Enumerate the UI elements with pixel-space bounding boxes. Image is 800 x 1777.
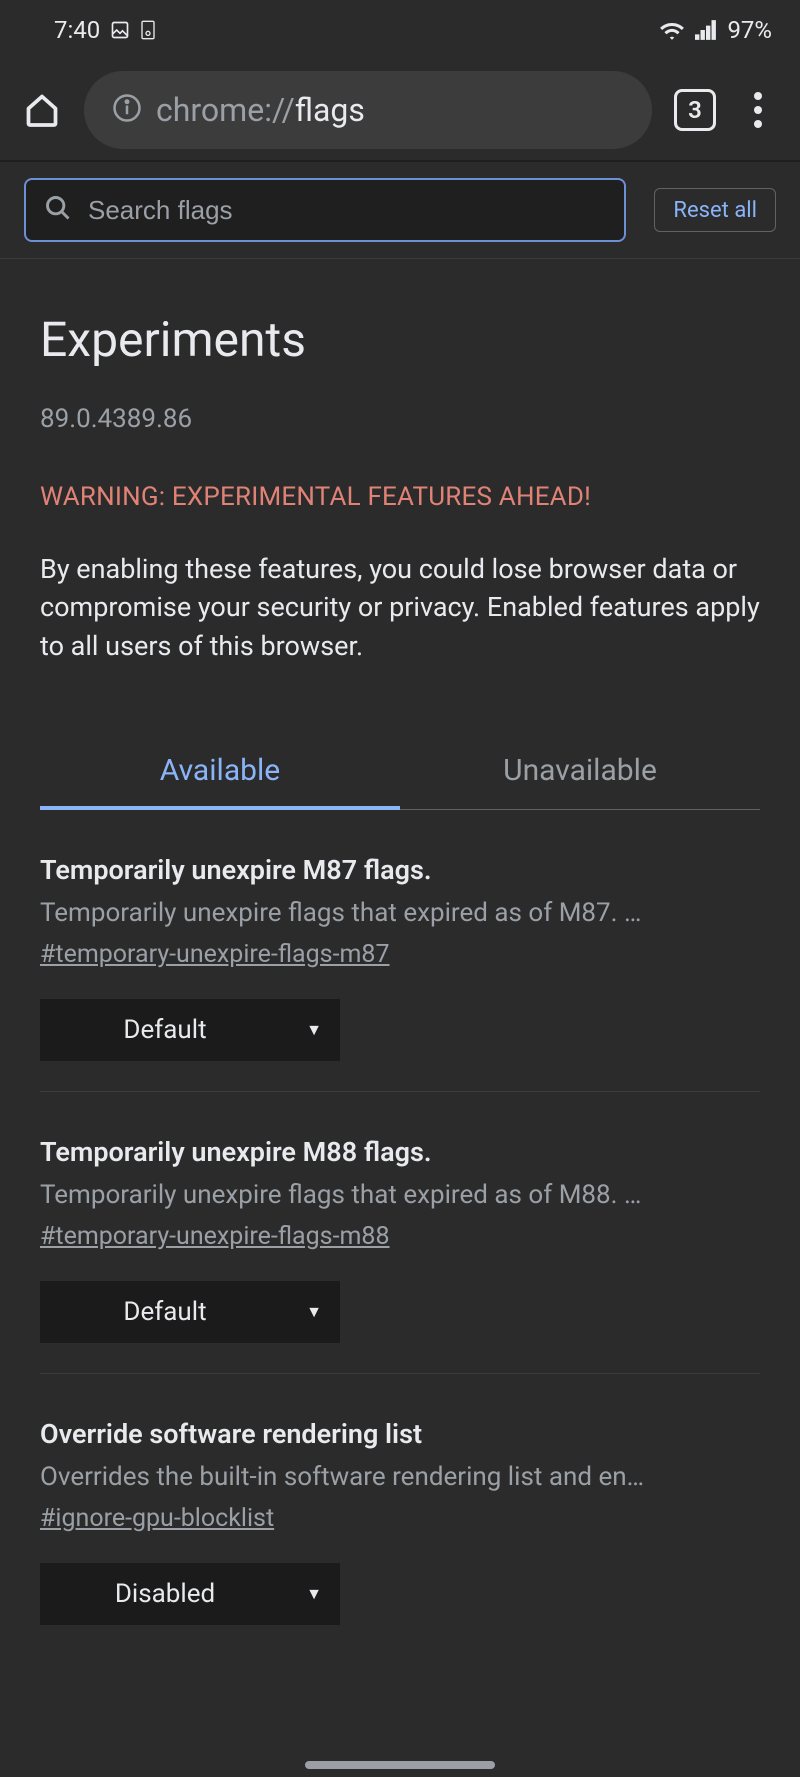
reset-all-button[interactable]: Reset all xyxy=(654,188,776,232)
url-text: chrome://flags xyxy=(156,91,365,129)
version-text: 89.0.4389.86 xyxy=(40,404,760,434)
tabs: Available Unavailable xyxy=(40,735,760,810)
flag-permalink[interactable]: #ignore-gpu-blocklist xyxy=(40,1504,274,1533)
status-bar: 7:40 97% xyxy=(0,0,800,60)
flag-row: Temporarily unexpire M88 flags. Temporar… xyxy=(40,1092,760,1374)
image-icon xyxy=(110,20,130,40)
flag-description: Overrides the built-in software renderin… xyxy=(40,1462,760,1492)
search-icon xyxy=(44,194,72,226)
flag-row: Override software rendering list Overrid… xyxy=(40,1374,760,1655)
flag-permalink[interactable]: #temporary-unexpire-flags-m88 xyxy=(40,1222,390,1251)
flag-select-value: Default xyxy=(123,1297,206,1327)
status-battery: 97% xyxy=(727,16,772,44)
tab-count-label: 3 xyxy=(688,96,702,124)
flag-select[interactable]: Default xyxy=(40,999,340,1061)
warning-body: By enabling these features, you could lo… xyxy=(40,550,760,665)
overflow-menu-button[interactable] xyxy=(738,92,778,128)
status-time: 7:40 xyxy=(54,16,100,44)
tab-available[interactable]: Available xyxy=(40,735,400,810)
sdcard-icon xyxy=(140,20,156,40)
flag-select[interactable]: Disabled xyxy=(40,1563,340,1625)
info-icon xyxy=(112,93,142,127)
gesture-bar xyxy=(305,1761,495,1769)
search-input[interactable] xyxy=(88,195,606,226)
flag-select-value: Disabled xyxy=(115,1579,215,1609)
warning-text: WARNING: EXPERIMENTAL FEATURES AHEAD! xyxy=(40,482,760,512)
search-box[interactable] xyxy=(24,178,626,242)
page-content: Experiments 89.0.4389.86 WARNING: EXPERI… xyxy=(0,259,800,1655)
tab-unavailable-label: Unavailable xyxy=(503,753,657,788)
search-row: Reset all xyxy=(0,162,800,259)
cell-signal-icon xyxy=(695,20,717,40)
page-title: Experiments xyxy=(40,311,760,368)
browser-toolbar: chrome://flags 3 xyxy=(0,60,800,162)
home-button[interactable] xyxy=(22,90,62,130)
flag-title: Temporarily unexpire M87 flags. xyxy=(40,854,760,886)
flag-row: Temporarily unexpire M87 flags. Temporar… xyxy=(40,810,760,1092)
tab-available-label: Available xyxy=(160,753,280,788)
flag-permalink[interactable]: #temporary-unexpire-flags-m87 xyxy=(40,940,390,969)
url-bar[interactable]: chrome://flags xyxy=(84,71,652,149)
flag-select-value: Default xyxy=(123,1015,206,1045)
flag-title: Override software rendering list xyxy=(40,1418,760,1450)
reset-all-label: Reset all xyxy=(673,198,757,223)
flag-select[interactable]: Default xyxy=(40,1281,340,1343)
flag-description: Temporarily unexpire flags that expired … xyxy=(40,898,760,928)
tab-unavailable[interactable]: Unavailable xyxy=(400,735,760,809)
tab-switcher[interactable]: 3 xyxy=(674,89,716,131)
wifi-icon xyxy=(659,20,685,40)
flag-title: Temporarily unexpire M88 flags. xyxy=(40,1136,760,1168)
flag-description: Temporarily unexpire flags that expired … xyxy=(40,1180,760,1210)
